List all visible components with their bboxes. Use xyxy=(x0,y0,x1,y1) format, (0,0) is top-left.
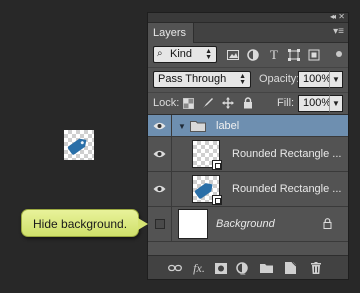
search-icon: ⌕ xyxy=(157,48,163,59)
layers-bottom-toolbar: fx. ▪▪▪▪ xyxy=(148,255,348,279)
layer-row-group[interactable]: ▼ label xyxy=(148,115,348,137)
tab-layers[interactable]: Layers xyxy=(148,23,194,43)
fill-field[interactable]: 100% xyxy=(298,95,331,112)
new-layer-icon[interactable] xyxy=(283,261,297,275)
canvas-preview xyxy=(64,130,94,160)
layer-name: Rounded Rectangle ... xyxy=(232,183,342,195)
shape-layer-badge-icon xyxy=(212,195,222,205)
layer-thumbnail xyxy=(178,209,208,239)
layer-thumbnail xyxy=(192,140,222,170)
updown-arrows-icon: ▲ ▼ xyxy=(205,48,212,61)
lock-transparent-pixels-icon[interactable] xyxy=(182,97,194,109)
new-group-icon[interactable] xyxy=(259,261,273,275)
hidden-visibility-box xyxy=(154,219,165,229)
filter-toggle[interactable] xyxy=(336,51,342,57)
eye-icon xyxy=(153,150,166,158)
panel-menu-icon[interactable]: ▾≡ xyxy=(333,26,344,37)
close-panel-icon[interactable]: ✕ xyxy=(338,12,345,21)
layer-name: Rounded Rectangle ... xyxy=(232,148,342,160)
type-filter-icon[interactable]: T xyxy=(267,47,281,62)
lock-row: Lock: Fill: 100% ▼ xyxy=(148,93,348,115)
expand-arrow-icon[interactable]: ▼ xyxy=(178,122,186,131)
visibility-toggle[interactable] xyxy=(148,172,172,206)
layer-name: label xyxy=(216,120,240,132)
blend-mode-value: Pass Through xyxy=(158,73,227,85)
layer-name: Background xyxy=(216,218,275,230)
add-mask-icon[interactable] xyxy=(214,261,228,275)
lock-position-icon[interactable] xyxy=(222,97,234,109)
collapse-panel-icon[interactable]: ◂◂ xyxy=(330,12,336,21)
blend-row: Pass Through ▲ ▼ Opacity: 100% ▼ xyxy=(148,68,348,93)
tag-shape-icon xyxy=(67,138,87,155)
link-layers-icon[interactable] xyxy=(168,261,182,275)
panel-tab-row: Layers ▾≡ xyxy=(148,23,348,43)
lock-all-icon[interactable] xyxy=(242,97,254,109)
layers-panel: ◂◂ ✕ Layers ▾≡ ⌕ Kind ▲▼ T Pass Through xyxy=(147,12,349,280)
eye-icon xyxy=(153,122,166,129)
opacity-label: Opacity: xyxy=(259,73,300,85)
lock-icon xyxy=(323,218,332,232)
fill-dropdown-button[interactable]: ▼ xyxy=(329,95,343,112)
layer-row-shape[interactable]: Rounded Rectangle ... xyxy=(148,172,348,207)
filter-kind-label: Kind xyxy=(170,48,193,60)
adjustment-filter-icon[interactable] xyxy=(246,48,260,62)
layers-list: ▼ label Rounded Rectangle ... Rounded Re… xyxy=(148,115,348,242)
shape-filter-icon[interactable] xyxy=(287,48,301,62)
visibility-toggle[interactable] xyxy=(148,115,172,136)
blend-mode-select[interactable]: Pass Through ▲ ▼ xyxy=(153,71,251,88)
delete-layer-icon[interactable] xyxy=(309,261,323,275)
resize-grip-icon[interactable]: ▪▪▪▪ xyxy=(240,272,245,278)
filter-kind-select[interactable]: ⌕ Kind ▲ ▼ xyxy=(153,46,217,63)
visibility-toggle[interactable] xyxy=(148,137,172,171)
smart-object-filter-icon[interactable] xyxy=(307,48,321,62)
opacity-field[interactable]: 100% xyxy=(298,71,331,88)
lock-label: Lock: xyxy=(153,97,180,109)
pixel-filter-icon[interactable] xyxy=(226,48,240,62)
updown-arrows-icon: ▲ ▼ xyxy=(239,73,246,86)
layer-style-icon[interactable]: fx. xyxy=(192,261,206,275)
eye-icon xyxy=(153,185,166,193)
layer-row-shape[interactable]: Rounded Rectangle ... xyxy=(148,137,348,172)
opacity-dropdown-button[interactable]: ▼ xyxy=(329,71,343,88)
panel-title-bar[interactable]: ◂◂ ✕ xyxy=(148,12,348,23)
layer-filter-row: ⌕ Kind ▲ ▼ T xyxy=(148,43,348,68)
layer-row-background[interactable]: Background xyxy=(148,207,348,242)
folder-icon xyxy=(190,120,206,135)
hide-background-callout: Hide background. xyxy=(21,209,148,237)
visibility-toggle[interactable] xyxy=(148,207,172,241)
lock-image-pixels-icon[interactable] xyxy=(202,97,214,109)
layer-thumbnail xyxy=(192,175,222,205)
fill-label: Fill: xyxy=(277,97,295,109)
shape-layer-badge-icon xyxy=(212,160,222,170)
